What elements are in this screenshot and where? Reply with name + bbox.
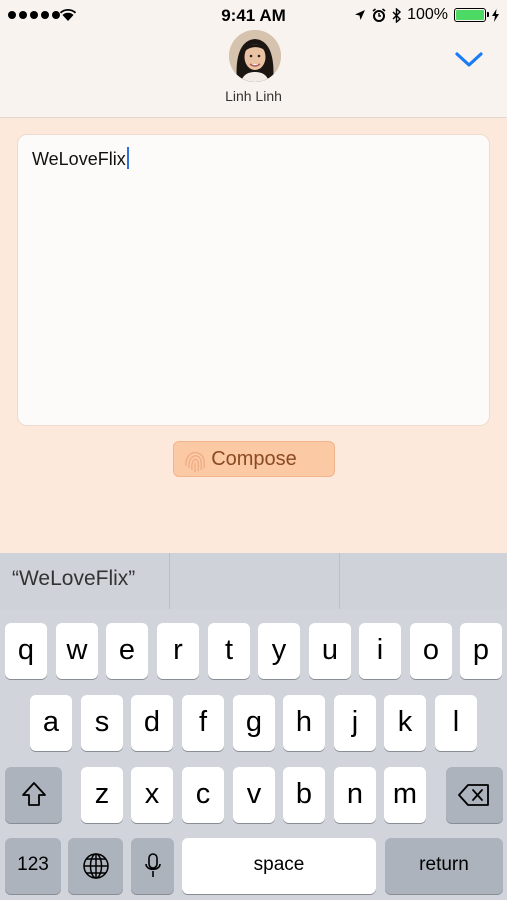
key-s[interactable]: s <box>81 695 123 751</box>
alarm-clock-icon <box>372 8 386 22</box>
key-l[interactable]: l <box>435 695 477 751</box>
key-m[interactable]: m <box>384 767 426 823</box>
battery-percentage: 100% <box>407 6 448 23</box>
key-e[interactable]: e <box>106 623 148 679</box>
key-j[interactable]: j <box>334 695 376 751</box>
fingerprint-icon <box>185 451 205 472</box>
key-v[interactable]: v <box>233 767 275 823</box>
key-w[interactable]: w <box>56 623 98 679</box>
key-g[interactable]: g <box>233 695 275 751</box>
globe-key[interactable] <box>68 838 123 894</box>
contact-name: Linh Linh <box>225 88 282 104</box>
key-x[interactable]: x <box>131 767 173 823</box>
suggestion-1[interactable]: “WeLoveFlix” <box>12 553 135 609</box>
avatar[interactable] <box>229 30 281 82</box>
conversation-header: Linh Linh <box>0 30 507 118</box>
suggestion-3[interactable] <box>340 553 507 609</box>
battery-icon <box>454 8 489 22</box>
bluetooth-icon <box>392 7 402 23</box>
key-k[interactable]: k <box>384 695 426 751</box>
status-bar: 9:41 AM 100% <box>0 0 507 30</box>
key-t[interactable]: t <box>208 623 250 679</box>
globe-icon <box>82 853 109 879</box>
key-d[interactable]: d <box>131 695 173 751</box>
compose-label: Compose <box>211 448 297 470</box>
key-a[interactable]: a <box>30 695 72 751</box>
shift-icon <box>21 782 46 806</box>
delete-key[interactable] <box>446 767 503 823</box>
backspace-icon <box>457 784 489 806</box>
key-i[interactable]: i <box>359 623 401 679</box>
predictive-text-bar: “WeLoveFlix” <box>0 553 507 609</box>
key-n[interactable]: n <box>334 767 376 823</box>
message-text-area[interactable]: WeLoveFlix <box>17 134 490 426</box>
return-key[interactable]: return <box>385 838 503 894</box>
key-u[interactable]: u <box>309 623 351 679</box>
key-f[interactable]: f <box>182 695 224 751</box>
shift-key[interactable] <box>5 767 62 823</box>
key-b[interactable]: b <box>283 767 325 823</box>
compose-button[interactable]: Compose <box>173 441 335 477</box>
key-z[interactable]: z <box>81 767 123 823</box>
key-c[interactable]: c <box>182 767 224 823</box>
message-text: WeLoveFlix <box>32 149 126 169</box>
key-h[interactable]: h <box>283 695 325 751</box>
space-key[interactable]: space <box>182 838 376 894</box>
keyboard: q w e r t y u i o p a s d f g h j k l z … <box>0 609 507 900</box>
key-o[interactable]: o <box>410 623 452 679</box>
key-y[interactable]: y <box>258 623 300 679</box>
dictation-key[interactable] <box>131 838 174 894</box>
microphone-icon <box>144 853 161 877</box>
numbers-key[interactable]: 123 <box>5 838 61 894</box>
key-r[interactable]: r <box>157 623 199 679</box>
key-p[interactable]: p <box>460 623 502 679</box>
text-cursor <box>126 147 129 169</box>
key-q[interactable]: q <box>5 623 47 679</box>
charging-bolt-icon <box>492 8 499 22</box>
suggestion-2[interactable] <box>170 553 339 609</box>
chevron-down-icon[interactable] <box>453 48 485 72</box>
location-arrow-icon <box>355 10 366 20</box>
